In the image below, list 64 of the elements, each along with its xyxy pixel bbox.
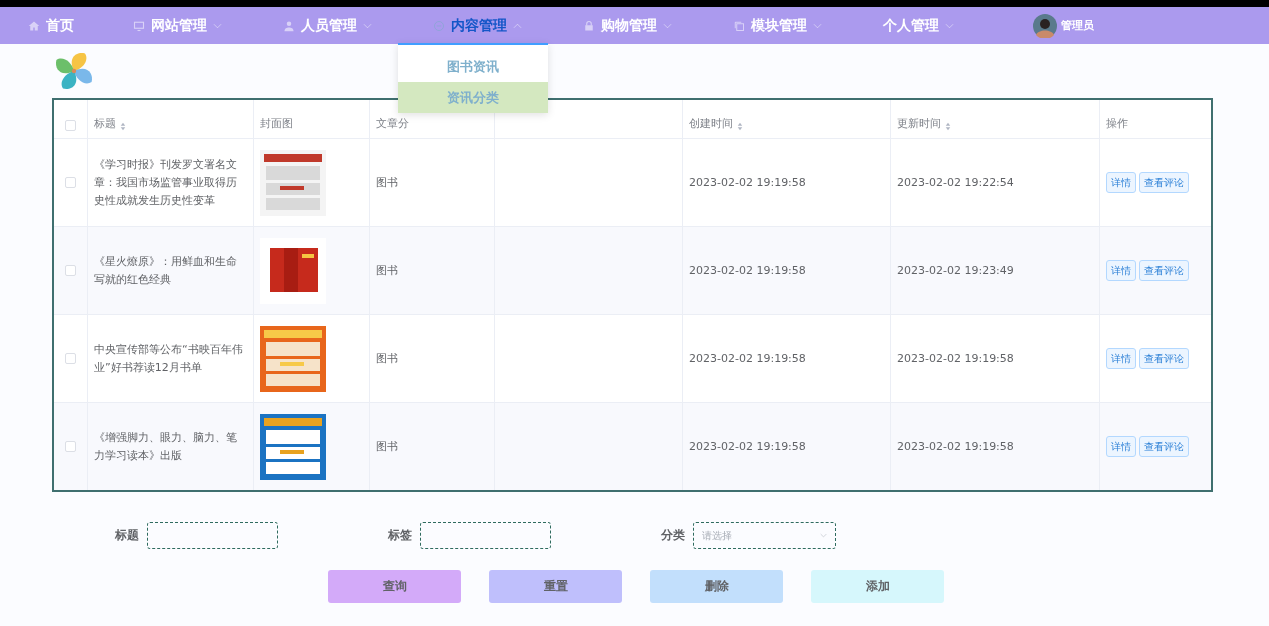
sort-icon[interactable] [945, 122, 951, 131]
monitor-icon [133, 19, 145, 32]
action-button[interactable]: 详情 [1106, 436, 1136, 457]
lock-icon [583, 19, 595, 32]
action-button[interactable]: 查看评论 [1139, 260, 1189, 281]
table-cell: 图书 [376, 263, 398, 278]
table-cell-text: 《增强脚力、眼力、脑力、笔力学习读本》出版 [94, 429, 238, 464]
nav-menu-item[interactable]: 模块管理 [733, 7, 883, 44]
action-button[interactable]: 查看评论 [1139, 348, 1189, 369]
nav-menu-item[interactable]: 购物管理 [583, 7, 733, 44]
input-field[interactable] [420, 522, 551, 549]
row-checkbox[interactable] [65, 265, 76, 276]
table-cell-text: 《学习时报》刊发罗文署名文章：我国市场监管事业取得历史性成就发生历史性变革 [94, 156, 238, 209]
action-button[interactable]: 查看评论 [1139, 172, 1189, 193]
nav-menu-item[interactable]: 网站管理 [133, 7, 283, 44]
form-button[interactable]: 删除 [650, 570, 783, 603]
form-button[interactable]: 查询 [328, 570, 461, 603]
table-cell: 图书 [376, 439, 398, 454]
nav-menu-item[interactable]: 首页 [28, 7, 133, 44]
row-checkbox[interactable] [65, 441, 76, 452]
home-icon [28, 19, 40, 32]
table-cell: 2023-02-02 19:19:58 [897, 352, 1014, 365]
row-checkbox[interactable] [65, 177, 76, 188]
action-button[interactable]: 查看评论 [1139, 436, 1189, 457]
field-label: 标签 [388, 527, 412, 544]
table-cell: 2023-02-02 19:23:49 [897, 264, 1014, 277]
chat-icon [433, 19, 445, 32]
table-cell: 2023-02-02 19:19:58 [689, 352, 806, 365]
dropdown-item[interactable]: 图书资讯 [398, 51, 548, 82]
input-field[interactable] [147, 522, 278, 549]
user-name[interactable]: 管理员 [1061, 18, 1094, 33]
table-cell: 2023-02-02 19:22:54 [897, 176, 1014, 189]
column-header[interactable]: 创建时间 [689, 116, 733, 131]
caret-icon [820, 533, 827, 538]
field-label: 标题 [115, 527, 139, 544]
table-cell: 2023-02-02 19:19:58 [689, 264, 806, 277]
select-field[interactable]: 请选择 [693, 522, 836, 549]
sort-icon[interactable] [120, 122, 126, 131]
table-cell: 图书 [376, 175, 398, 190]
action-button[interactable]: 详情 [1106, 260, 1136, 281]
row-checkbox[interactable] [65, 353, 76, 364]
column-header[interactable]: 标题 [94, 116, 116, 131]
select-all-checkbox[interactable] [65, 120, 76, 131]
nav-menu-item[interactable]: 人员管理 [283, 7, 433, 44]
action-button[interactable]: 详情 [1106, 172, 1136, 193]
avatar[interactable] [1033, 13, 1057, 38]
column-header: 操作 [1106, 116, 1128, 131]
table-cell: 2023-02-02 19:19:58 [897, 440, 1014, 453]
nav-menu-item[interactable]: 个人管理 [883, 7, 1033, 44]
table-cell-text: 中央宣传部等公布“书映百年伟业”好书荐读12月书单 [94, 341, 244, 376]
field-label: 分类 [661, 527, 685, 544]
table-cell: 图书 [376, 351, 398, 366]
form-button[interactable]: 重置 [489, 570, 622, 603]
column-header: 文章分 [376, 116, 409, 131]
action-button[interactable]: 详情 [1106, 348, 1136, 369]
table-cell: 2023-02-02 19:19:58 [689, 440, 806, 453]
sort-icon[interactable] [737, 122, 743, 131]
table-cell-text: 《星火燎原》：用鲜血和生命写就的红色经典 [94, 253, 238, 288]
column-header: 封面图 [260, 116, 293, 131]
table-cell: 2023-02-02 19:19:58 [689, 176, 806, 189]
column-header[interactable]: 更新时间 [897, 116, 941, 131]
form-button[interactable]: 添加 [811, 570, 944, 603]
user-icon [283, 19, 295, 32]
copy-icon [733, 19, 745, 32]
